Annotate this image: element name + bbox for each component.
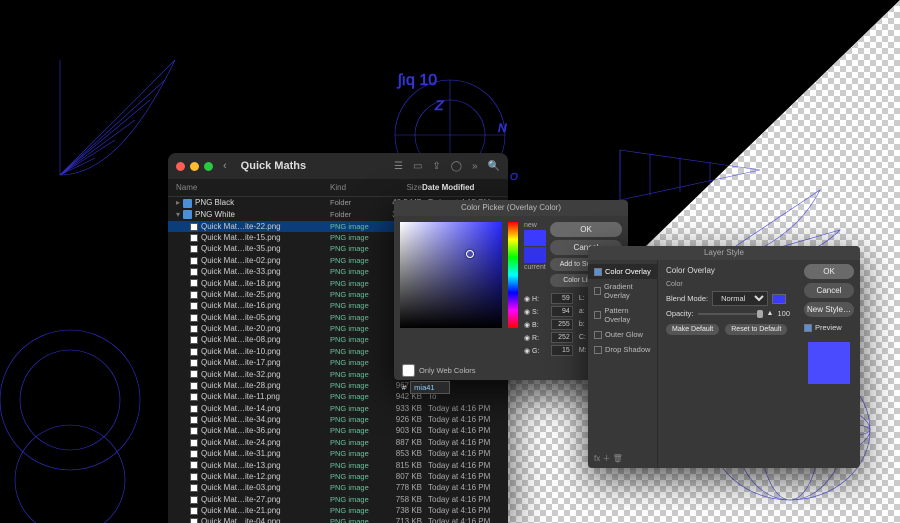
file-row[interactable]: Quick Mat…ite-14.pngPNG image933 KBToday… [168, 403, 508, 414]
hex-label: # [402, 383, 406, 392]
search-icon[interactable]: 🔍 [488, 161, 500, 172]
effect-checkbox[interactable] [594, 268, 602, 276]
file-row[interactable]: Quick Mat…ite-31.pngPNG image853 KBToday… [168, 448, 508, 459]
effect-item[interactable]: Pattern Overlay [588, 303, 657, 327]
effect-item[interactable]: Color Overlay [588, 264, 657, 279]
share-icon[interactable]: ⇪ [432, 161, 440, 172]
list-view-icon[interactable]: ☰ [394, 161, 403, 172]
file-row[interactable]: Quick Mat…ite-34.pngPNG image926 KBToday… [168, 414, 508, 425]
file-row[interactable]: Quick Mat…ite-04.pngPNG image713 KBToday… [168, 516, 508, 523]
overlay-color-swatch[interactable] [772, 294, 786, 304]
color-field[interactable] [400, 222, 502, 328]
color-label: Color [666, 281, 790, 288]
zoom-icon[interactable] [204, 162, 213, 171]
color-field-handle[interactable] [466, 250, 474, 258]
file-row[interactable]: Quick Mat…ite-13.pngPNG image815 KBToday… [168, 459, 508, 470]
preview-swatch [808, 342, 850, 384]
file-row[interactable]: Quick Mat…ite-03.pngPNG image778 KBToday… [168, 482, 508, 493]
field-B[interactable] [551, 319, 573, 330]
ls-ok-button[interactable]: OK [804, 264, 854, 279]
svg-text:O: O [510, 172, 518, 183]
more-icon[interactable]: » [472, 161, 478, 172]
effect-item[interactable]: Outer Glow [588, 327, 657, 342]
effect-item[interactable]: Gradient Overlay [588, 279, 657, 303]
field-S[interactable] [551, 306, 573, 317]
svg-text:N: N [498, 121, 507, 135]
file-row[interactable]: Quick Mat…ite-12.pngPNG image807 KBToday… [168, 471, 508, 482]
swatch-current[interactable] [524, 247, 546, 263]
file-row[interactable]: Quick Mat…ite-27.pngPNG image758 KBToday… [168, 494, 508, 505]
new-style-button[interactable]: New Style… [804, 302, 854, 317]
opacity-slider[interactable] [698, 313, 763, 315]
make-default-button[interactable]: Make Default [666, 324, 719, 335]
back-icon[interactable]: ‹ [223, 160, 227, 172]
blend-label: Blend Mode: [666, 294, 708, 303]
col-kind[interactable]: Kind [330, 183, 376, 192]
web-colors-checkbox[interactable] [402, 364, 415, 377]
field-G[interactable] [551, 345, 573, 356]
preview-checkbox[interactable] [804, 324, 812, 332]
finder-title: Quick Maths [241, 160, 388, 172]
hue-slider[interactable] [508, 222, 518, 328]
effect-checkbox[interactable] [594, 346, 602, 354]
ls-cancel-button[interactable]: Cancel [804, 283, 854, 298]
swatch-new-label: new [524, 222, 546, 229]
col-date[interactable]: Date Modified [422, 183, 500, 192]
layer-style-title: Layer Style [588, 246, 860, 260]
window-controls [176, 162, 213, 171]
opacity-label: Opacity: [666, 309, 694, 318]
effect-checkbox[interactable] [594, 311, 601, 319]
section-heading: Color Overlay [666, 266, 790, 275]
finder-titlebar[interactable]: ‹ Quick Maths ☰ ▭ ⇪ ◯ » 🔍 [168, 153, 508, 179]
tag-icon[interactable]: ◯ [451, 161, 462, 172]
svg-text:ʃıq 10: ʃıq 10 [397, 72, 437, 89]
group-icon[interactable]: ▭ [413, 161, 422, 172]
web-colors-label: Only Web Colors [419, 366, 476, 375]
field-H[interactable] [551, 293, 573, 304]
preview-label: Preview [815, 323, 842, 332]
effects-list: Color OverlayGradient OverlayPattern Ove… [588, 246, 658, 468]
file-row[interactable]: Quick Mat…ite-24.pngPNG image887 KBToday… [168, 437, 508, 448]
col-size[interactable]: Size [376, 183, 422, 192]
effect-checkbox[interactable] [594, 287, 601, 295]
effect-item[interactable]: Drop Shadow [588, 342, 657, 357]
ok-button[interactable]: OK [550, 222, 622, 237]
opacity-value: 100 [777, 309, 790, 318]
effect-checkbox[interactable] [594, 331, 602, 339]
hex-input[interactable] [410, 381, 450, 394]
swatch-current-label: current [524, 264, 546, 271]
fx-icon[interactable]: fx ＋ 🗑 [594, 453, 623, 464]
layer-style-dialog: Layer Style Color OverlayGradient Overla… [588, 246, 860, 468]
finder-column-headers[interactable]: Name Kind Size Date Modified [168, 179, 508, 197]
svg-text:Z: Z [434, 97, 444, 113]
file-row[interactable]: Quick Mat…ite-21.pngPNG image738 KBToday… [168, 505, 508, 516]
color-picker-title: Color Picker (Overlay Color) [394, 200, 628, 216]
close-icon[interactable] [176, 162, 185, 171]
field-R[interactable] [551, 332, 573, 343]
swatch-new[interactable] [524, 230, 546, 246]
file-row[interactable]: Quick Mat…ite-36.pngPNG image903 KBToday… [168, 425, 508, 436]
reset-default-button[interactable]: Reset to Default [725, 324, 787, 335]
minimize-icon[interactable] [190, 162, 199, 171]
blend-mode-select[interactable]: Normal [712, 291, 768, 306]
col-name[interactable]: Name [176, 183, 330, 192]
